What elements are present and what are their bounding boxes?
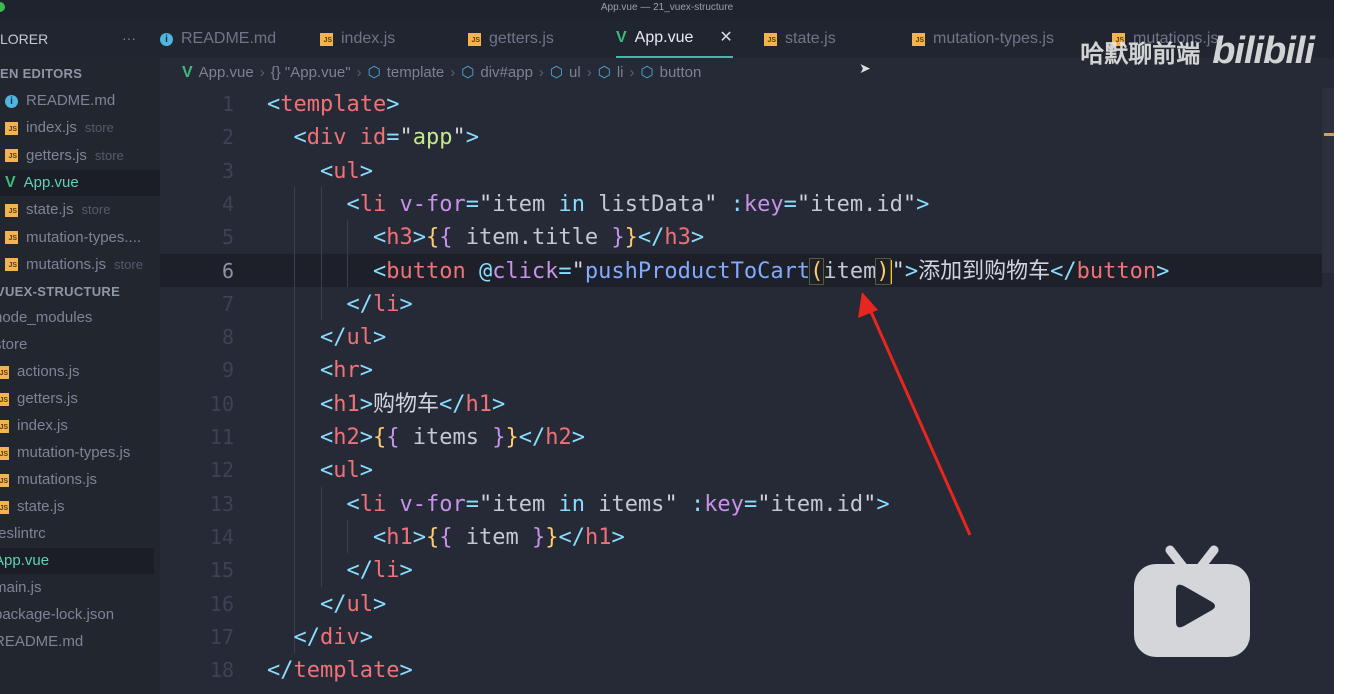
bilibili-tv-icon xyxy=(1134,545,1250,657)
vscode-window: App.vue — 21_vuex-structure LORER ··· iR… xyxy=(0,0,1334,694)
